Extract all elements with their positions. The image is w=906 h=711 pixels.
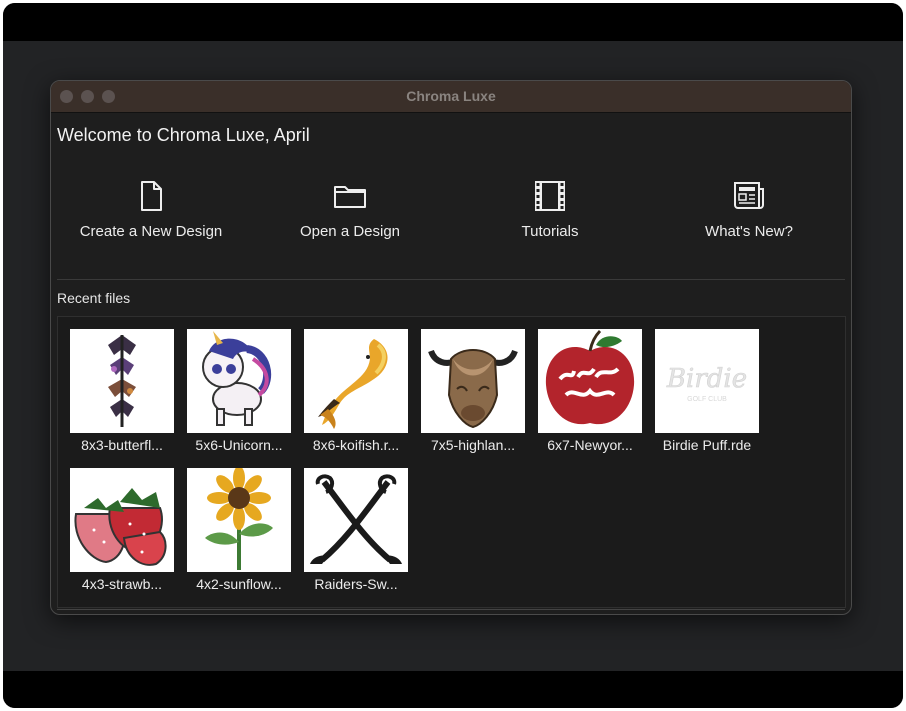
whats-new-button[interactable]: What's New? <box>649 179 849 243</box>
bottom-bar <box>3 671 903 708</box>
tutorials-button[interactable]: Tutorials <box>450 179 650 243</box>
new-york-apple-thumbnail <box>538 329 642 433</box>
birdie-logo-thumbnail: Birdie GOLF CLUB <box>655 329 759 433</box>
welcome-window: Chroma Luxe Welcome to Chroma Luxe, Apri… <box>50 80 852 615</box>
recent-files-grid[interactable]: 8x3-butterfl... 5x6-Unicorn... 8x6-koifi… <box>57 316 846 608</box>
open-design-button[interactable]: Open a Design <box>250 179 450 243</box>
file-name: 8x3-butterfl... <box>81 437 163 453</box>
tutorials-label: Tutorials <box>521 223 579 240</box>
window-title: Chroma Luxe <box>406 88 496 104</box>
svg-text:GOLF CLUB: GOLF CLUB <box>687 396 727 403</box>
file-name: 4x2-sunflow... <box>196 576 282 592</box>
file-name: Raiders-Sw... <box>314 576 398 592</box>
recent-file-item[interactable]: Raiders-Sw... <box>304 468 408 603</box>
title-bar[interactable]: Chroma Luxe <box>51 81 851 113</box>
folder-icon <box>333 179 367 213</box>
file-name: 8x6-koifish.r... <box>312 437 400 453</box>
bottom-divider <box>57 609 845 610</box>
file-name: 7x5-highlan... <box>430 437 516 453</box>
file-name: 6x7-Newyor... <box>547 437 633 453</box>
recent-file-item[interactable]: 8x6-koifish.r... <box>304 329 408 464</box>
new-document-icon <box>134 179 168 213</box>
file-name: 5x6-Unicorn... <box>195 437 283 453</box>
recent-file-item[interactable]: 7x5-highlan... <box>421 329 525 464</box>
sunflower-thumbnail <box>187 468 291 572</box>
open-design-label: Open a Design <box>299 223 401 240</box>
recent-file-item[interactable]: 4x3-strawb... <box>70 468 174 603</box>
recent-file-item[interactable]: 4x2-sunflow... <box>187 468 291 603</box>
unicorn-thumbnail <box>187 329 291 433</box>
recent-file-item[interactable]: 6x7-Newyor... <box>538 329 642 464</box>
highland-cow-thumbnail <box>421 329 525 433</box>
film-strip-icon <box>533 179 567 213</box>
file-name: 4x3-strawb... <box>81 576 163 592</box>
create-new-design-label: Create a New Design <box>79 223 223 240</box>
file-name: Birdie Puff.rde <box>662 437 752 453</box>
koi-fish-thumbnail <box>304 329 408 433</box>
newspaper-icon <box>732 179 766 213</box>
recent-file-item[interactable]: 5x6-Unicorn... <box>187 329 291 464</box>
recent-file-item[interactable]: Birdie GOLF CLUB Birdie Puff.rde <box>655 329 759 464</box>
section-divider <box>57 279 845 280</box>
top-bar <box>3 3 903 41</box>
svg-text:Birdie: Birdie <box>666 364 747 394</box>
strawberries-thumbnail <box>70 468 174 572</box>
recent-file-item[interactable]: 8x3-butterfl... <box>70 329 174 464</box>
create-new-design-button[interactable]: Create a New Design <box>51 179 251 243</box>
welcome-heading: Welcome to Chroma Luxe, April <box>57 125 310 145</box>
desktop: Chroma Luxe Welcome to Chroma Luxe, Apri… <box>3 3 903 708</box>
recent-files-heading: Recent files <box>57 290 131 306</box>
whats-new-label: What's New? <box>705 223 793 240</box>
butterflies-thumbnail <box>70 329 174 433</box>
crossed-swords-thumbnail <box>304 468 408 572</box>
